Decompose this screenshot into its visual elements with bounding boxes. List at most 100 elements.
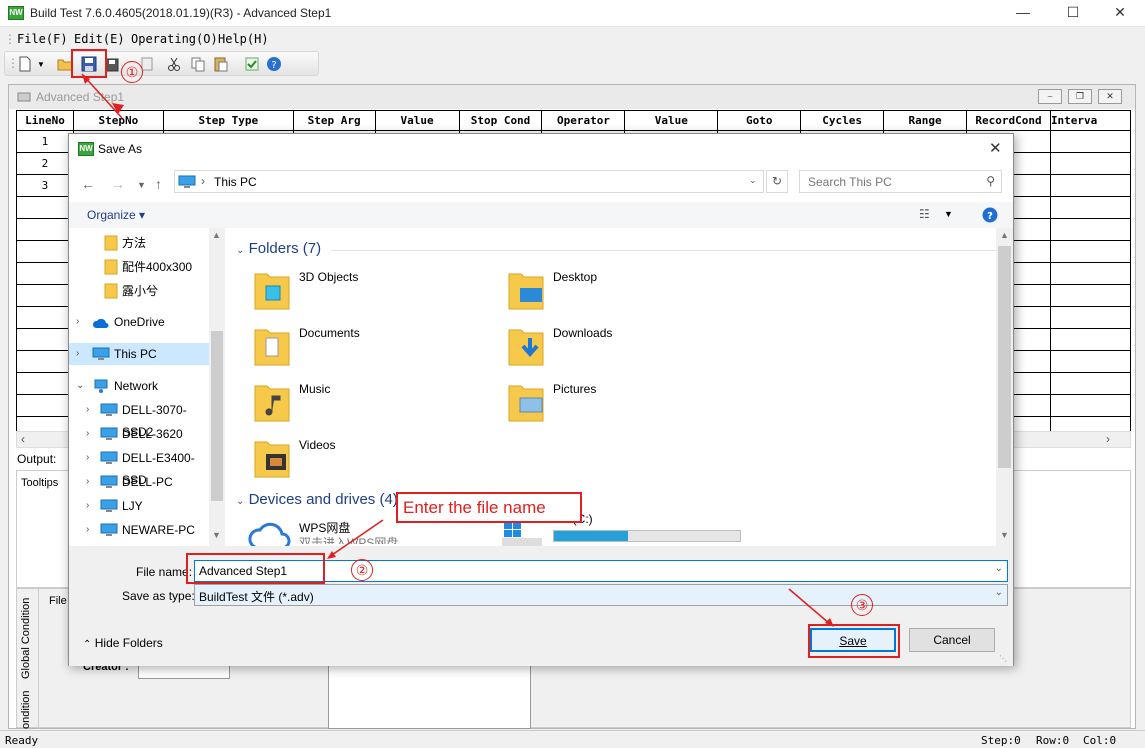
- save-type-select[interactable]: BuildTest 文件 (*.adv) ⌄: [194, 584, 1008, 606]
- nav-item-dell-e3400-ssd[interactable]: › DELL-E3400-SSD: [69, 447, 209, 487]
- line-number-cell[interactable]: [16, 262, 74, 285]
- grid-cell[interactable]: [1049, 328, 1131, 351]
- nav-item-neware-pc[interactable]: › NEWARE-PC: [69, 519, 209, 541]
- scroll-left-icon[interactable]: ‹: [21, 432, 25, 446]
- tooltips-tab[interactable]: Tooltips: [21, 477, 58, 489]
- nav-item-network[interactable]: ⌄ Network: [69, 375, 209, 397]
- nav-scrollbar[interactable]: ▲ ▼: [209, 228, 225, 546]
- folder-desktop[interactable]: Desktop: [508, 268, 738, 318]
- line-number-cell[interactable]: [16, 328, 74, 351]
- folders-group-header[interactable]: ⌄ Folders (7): [236, 240, 996, 257]
- line-number-cell[interactable]: 1: [16, 130, 74, 153]
- grid-cell[interactable]: [1049, 416, 1131, 431]
- nav-item-onedrive[interactable]: › OneDrive: [69, 311, 209, 333]
- col-goto[interactable]: Goto: [717, 110, 802, 131]
- nav-item-this-pc[interactable]: › This PC: [69, 343, 209, 365]
- tab-condition[interactable]: ondition: [20, 690, 32, 729]
- nav-item-dell-3620[interactable]: › DELL-3620: [69, 423, 209, 445]
- nav-item-dell-3070-ssd2[interactable]: › DELL-3070-SSD2: [69, 399, 209, 439]
- resize-grip[interactable]: ⋱: [999, 654, 1007, 663]
- line-number-cell[interactable]: [16, 372, 74, 395]
- col-value[interactable]: Value: [374, 110, 460, 131]
- line-number-cell[interactable]: 3: [16, 174, 74, 197]
- folder-downloads[interactable]: Downloads: [508, 324, 738, 374]
- cancel-button[interactable]: Cancel: [909, 628, 995, 652]
- col-step-type[interactable]: Step Type: [162, 110, 294, 131]
- grid-cell[interactable]: [1049, 196, 1131, 219]
- view-dropdown-icon[interactable]: ▼: [944, 209, 953, 219]
- save-type-dropdown-icon[interactable]: ⌄: [995, 587, 1003, 598]
- nav-expand-icon[interactable]: ›: [86, 495, 89, 517]
- nav-scroll-up-icon[interactable]: ▲: [212, 230, 221, 240]
- devices-collapse-icon[interactable]: ⌄: [236, 496, 244, 507]
- address-dropdown-icon[interactable]: ⌄: [749, 175, 757, 186]
- folder-music[interactable]: Music: [254, 380, 484, 430]
- nav-expand-icon[interactable]: ›: [86, 423, 89, 445]
- scroll-right-icon[interactable]: ›: [1106, 432, 1110, 446]
- col-recordcond[interactable]: RecordCond: [965, 110, 1051, 131]
- nav-expand-icon[interactable]: ⌄: [76, 375, 84, 397]
- file-name-dropdown-icon[interactable]: ⌄: [995, 563, 1003, 574]
- forward-icon[interactable]: →: [111, 176, 125, 192]
- menu-operating[interactable]: Operating(O): [131, 32, 218, 46]
- menu-help[interactable]: Help(H): [218, 32, 269, 46]
- dialog-help-icon[interactable]: ?: [982, 207, 998, 223]
- folder-videos[interactable]: Videos: [254, 436, 484, 486]
- line-number-cell[interactable]: [16, 416, 74, 431]
- nav-scroll-thumb[interactable]: [211, 331, 223, 501]
- grid-cell[interactable]: [1049, 240, 1131, 263]
- nav-item-dell-pc[interactable]: › DELL-PC: [69, 471, 209, 493]
- up-icon[interactable]: ↑: [155, 176, 162, 192]
- col-lineno[interactable]: LineNo: [16, 110, 74, 131]
- cut-icon[interactable]: [166, 56, 182, 72]
- line-number-cell[interactable]: [16, 350, 74, 373]
- col-value-2[interactable]: Value: [624, 110, 719, 131]
- grid-cell[interactable]: [1049, 152, 1131, 175]
- search-input[interactable]: Search This PC ⚲: [799, 170, 1002, 193]
- grid-cell[interactable]: [1049, 372, 1131, 395]
- grid-cell[interactable]: [1049, 174, 1131, 197]
- back-icon[interactable]: ←: [81, 176, 95, 192]
- nav-expand-icon[interactable]: ›: [76, 311, 79, 333]
- folders-collapse-icon[interactable]: ⌄: [236, 245, 244, 256]
- content-scroll-up-icon[interactable]: ▲: [1000, 230, 1009, 240]
- nav-item-露小兮[interactable]: 露小兮: [69, 280, 209, 302]
- grid-cell[interactable]: [1049, 394, 1131, 417]
- dropdown-icon[interactable]: ▼: [37, 60, 53, 76]
- col-operator[interactable]: Operator: [541, 110, 626, 131]
- maximize-button[interactable]: ☐: [1050, 0, 1096, 27]
- col-cycles[interactable]: Cycles: [800, 110, 885, 131]
- grid-cell[interactable]: [1049, 262, 1131, 285]
- grid-cell[interactable]: [1049, 284, 1131, 307]
- menu-edit[interactable]: Edit(E): [74, 32, 125, 46]
- minimize-button[interactable]: —: [1000, 0, 1046, 27]
- col-range[interactable]: Range: [883, 110, 967, 131]
- view-icon[interactable]: ☷: [919, 207, 930, 221]
- line-number-cell[interactable]: 2: [16, 152, 74, 175]
- address-text[interactable]: This PC: [214, 175, 257, 189]
- grid-cell[interactable]: [1049, 306, 1131, 329]
- nav-item-方法[interactable]: 方法: [69, 232, 209, 254]
- grid-cell[interactable]: [1049, 218, 1131, 241]
- new-icon[interactable]: [17, 56, 33, 72]
- hide-folders-button[interactable]: ⌃ Hide Folders: [83, 636, 163, 650]
- close-button[interactable]: ✕: [1097, 0, 1143, 27]
- line-number-cell[interactable]: [16, 240, 74, 263]
- copy-icon[interactable]: [190, 56, 206, 72]
- menu-file[interactable]: File(F): [17, 32, 68, 46]
- dialog-close-icon[interactable]: ✕: [989, 139, 1002, 157]
- recent-dropdown-icon[interactable]: ▼: [137, 180, 146, 190]
- col-stepno[interactable]: StepNo: [72, 110, 164, 131]
- folder-3d-objects[interactable]: 3D Objects: [254, 268, 484, 318]
- nav-expand-icon[interactable]: ›: [76, 343, 79, 365]
- nav-scroll-down-icon[interactable]: ▼: [212, 530, 221, 540]
- col-step-arg[interactable]: Step Arg: [292, 110, 376, 131]
- folder-documents[interactable]: Documents: [254, 324, 484, 374]
- line-number-cell[interactable]: [16, 284, 74, 307]
- child-close-button[interactable]: ✕: [1098, 89, 1122, 104]
- nav-item-ljy[interactable]: › LJY: [69, 495, 209, 517]
- refresh-icon[interactable]: ↻: [766, 170, 788, 193]
- content-scroll-thumb[interactable]: [998, 246, 1011, 468]
- tab-global-condition[interactable]: Global Condition: [20, 598, 32, 679]
- content-scroll-down-icon[interactable]: ▼: [1000, 530, 1009, 540]
